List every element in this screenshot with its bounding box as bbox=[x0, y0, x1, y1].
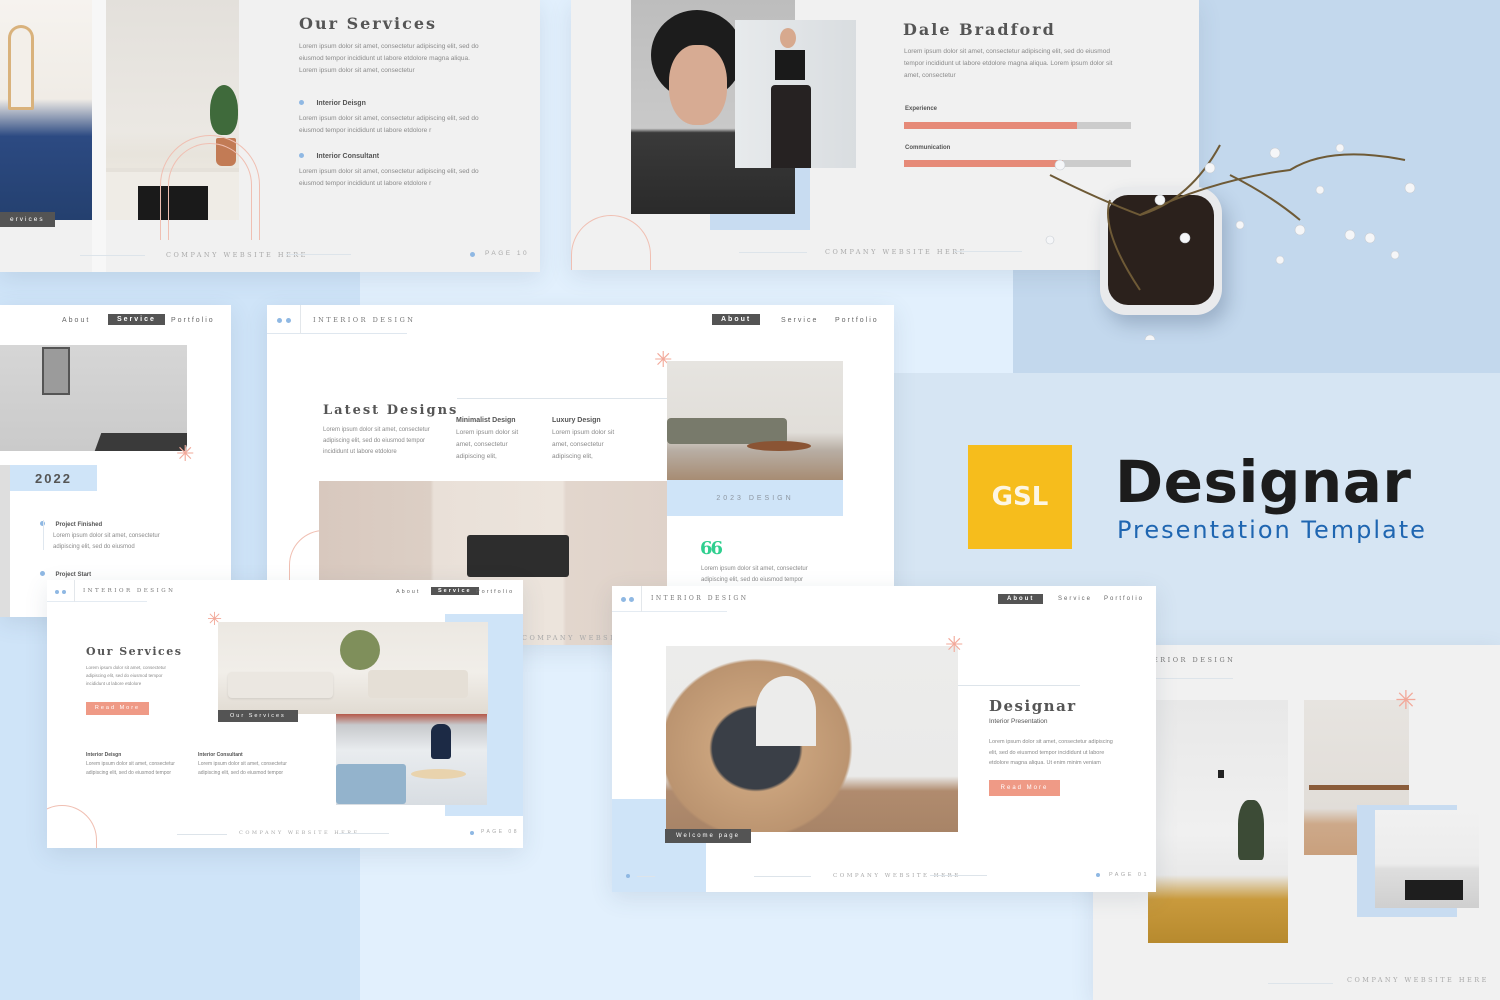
service-item: Interior Consultant Lorem ipsum dolor si… bbox=[198, 752, 287, 776]
slide-our-services-bottom[interactable]: INTERIOR DESIGN About Service Portfolio … bbox=[47, 580, 523, 848]
bullet-dot bbox=[299, 100, 304, 105]
branch-decoration bbox=[1045, 143, 1416, 340]
page-number: PAGE 10 bbox=[485, 250, 530, 257]
slide-title: Our Services bbox=[86, 645, 183, 658]
service-item: Interior Deisgn Lorem ipsum dolor sit am… bbox=[299, 100, 479, 134]
photo-woman bbox=[735, 20, 856, 168]
page-dot bbox=[470, 831, 474, 835]
nav-service[interactable]: Service bbox=[431, 587, 479, 595]
services-tag: ervices bbox=[0, 212, 55, 227]
nav-service[interactable]: Service bbox=[1058, 596, 1092, 602]
photo-meeting bbox=[336, 714, 487, 805]
skill-label: Experience bbox=[905, 106, 938, 112]
dots-icon bbox=[621, 597, 626, 602]
welcome-page-tag: Welcome page bbox=[665, 829, 751, 843]
service-item: Interior Consultant Lorem ipsum dolor si… bbox=[299, 153, 479, 187]
decor-arch bbox=[571, 215, 651, 270]
welcome-subtitle: Interior Presentation bbox=[989, 718, 1048, 725]
sparkle-icon: ✳ bbox=[176, 441, 195, 466]
slide-title: Our Services bbox=[299, 14, 438, 33]
nav-portfolio[interactable]: Portfolio bbox=[835, 317, 879, 324]
timeline-event: Project Finished Lorem ipsum dolor sit a… bbox=[40, 513, 180, 553]
section-label: INTERIOR DESIGN bbox=[313, 316, 416, 324]
sparkle-icon: ✳ bbox=[1395, 685, 1417, 715]
slide-timeline[interactable]: About Service Portfolio ✳ 2022 Project F… bbox=[0, 305, 231, 617]
photo-bathroom bbox=[0, 0, 92, 220]
nav-about[interactable]: About bbox=[62, 317, 90, 324]
our-services-tag: Our Services bbox=[218, 710, 298, 722]
brand-logo-text: GSL bbox=[991, 482, 1049, 512]
nav-portfolio[interactable]: Portfolio bbox=[476, 589, 514, 595]
page-dot bbox=[1096, 873, 1100, 877]
page-number: PAGE 01 bbox=[1109, 872, 1150, 878]
slide-intro: Lorem ipsum dolor sit amet, consectetur … bbox=[323, 427, 430, 455]
quote-icon: 66 bbox=[700, 538, 723, 559]
sparkle-icon: ✳ bbox=[945, 632, 964, 657]
brand-logo: GSL bbox=[968, 445, 1072, 549]
nav-service[interactable]: Service bbox=[108, 314, 165, 325]
dots-icon bbox=[277, 318, 282, 323]
slide-our-services-top[interactable]: ervices Our Services Lorem ipsum dolor s… bbox=[0, 0, 540, 272]
slide-intro: Lorem ipsum dolor sit amet, consectetur … bbox=[86, 665, 167, 686]
slide-welcome[interactable]: INTERIOR DESIGN About Service Portfolio … bbox=[612, 586, 1156, 892]
nav-about[interactable]: About bbox=[712, 314, 761, 325]
dot-indicator bbox=[626, 874, 630, 878]
section-label: INTERIOR DESIGN bbox=[651, 595, 749, 602]
page-dot bbox=[470, 252, 475, 257]
timeline-event: Project Start bbox=[40, 563, 180, 581]
caption-bar: 2023 DESIGN bbox=[667, 480, 843, 516]
photo-white-living bbox=[1375, 810, 1479, 908]
photo-white-sofas bbox=[218, 622, 488, 714]
profile-bio: Lorem ipsum dolor sit amet, consectetur … bbox=[904, 48, 1113, 79]
design-column: Minimalist Design Lorem ipsum dolor sit … bbox=[456, 417, 519, 460]
photo-desk bbox=[0, 345, 187, 451]
nav-portfolio[interactable]: Portfolio bbox=[1104, 596, 1144, 602]
nav-portfolio[interactable]: Portfolio bbox=[171, 317, 215, 324]
nav-about[interactable]: About bbox=[998, 594, 1044, 604]
photo-living-room-green-sofa bbox=[667, 361, 843, 480]
service-item: Interior Deisgn Lorem ipsum dolor sit am… bbox=[86, 752, 175, 776]
design-column: Luxury Design Lorem ipsum dolor sit amet… bbox=[552, 417, 615, 460]
dots-icon bbox=[55, 590, 59, 594]
company-website: COMPANY WEBSITE HERE bbox=[833, 873, 961, 879]
company-website: COMPANY WEBSITE HERE bbox=[166, 251, 308, 259]
skill-bar-experience bbox=[904, 122, 1131, 129]
nav-about[interactable]: About bbox=[396, 589, 420, 595]
brand-title: Designar bbox=[1115, 448, 1412, 516]
company-website: COMPANY WEBSITE HERE bbox=[1347, 976, 1489, 984]
quote-text: Lorem ipsum dolor sit amet, consectetur … bbox=[701, 566, 808, 583]
year-badge: 2022 bbox=[10, 465, 97, 491]
brand-subtitle: Presentation Template bbox=[1117, 516, 1427, 544]
slide-title: Latest Designs bbox=[323, 403, 459, 418]
section-label: INTERIOR DESIGN bbox=[83, 588, 176, 594]
decor-arch bbox=[47, 805, 97, 848]
read-more-button[interactable]: Read More bbox=[86, 702, 149, 715]
welcome-text: Lorem ipsum dolor sit amet, consectetur … bbox=[989, 739, 1113, 766]
welcome-title: Designar bbox=[989, 697, 1077, 715]
skill-label: Communication bbox=[905, 145, 951, 151]
read-more-button[interactable]: Read More bbox=[989, 780, 1060, 796]
photo-bedroom bbox=[1148, 700, 1288, 943]
photo-wicker-chair bbox=[666, 646, 958, 832]
slide-intro: Lorem ipsum dolor sit amet, consectetur … bbox=[299, 43, 479, 74]
nav-service[interactable]: Service bbox=[781, 317, 818, 324]
company-website: COMPANY WEBSITE HERE bbox=[825, 248, 967, 256]
page-number: PAGE 08 bbox=[481, 829, 519, 835]
section-label: ERIOR DESIGN bbox=[1153, 656, 1236, 664]
profile-name: Dale Bradford bbox=[903, 20, 1056, 39]
bullet-dot bbox=[299, 153, 304, 158]
